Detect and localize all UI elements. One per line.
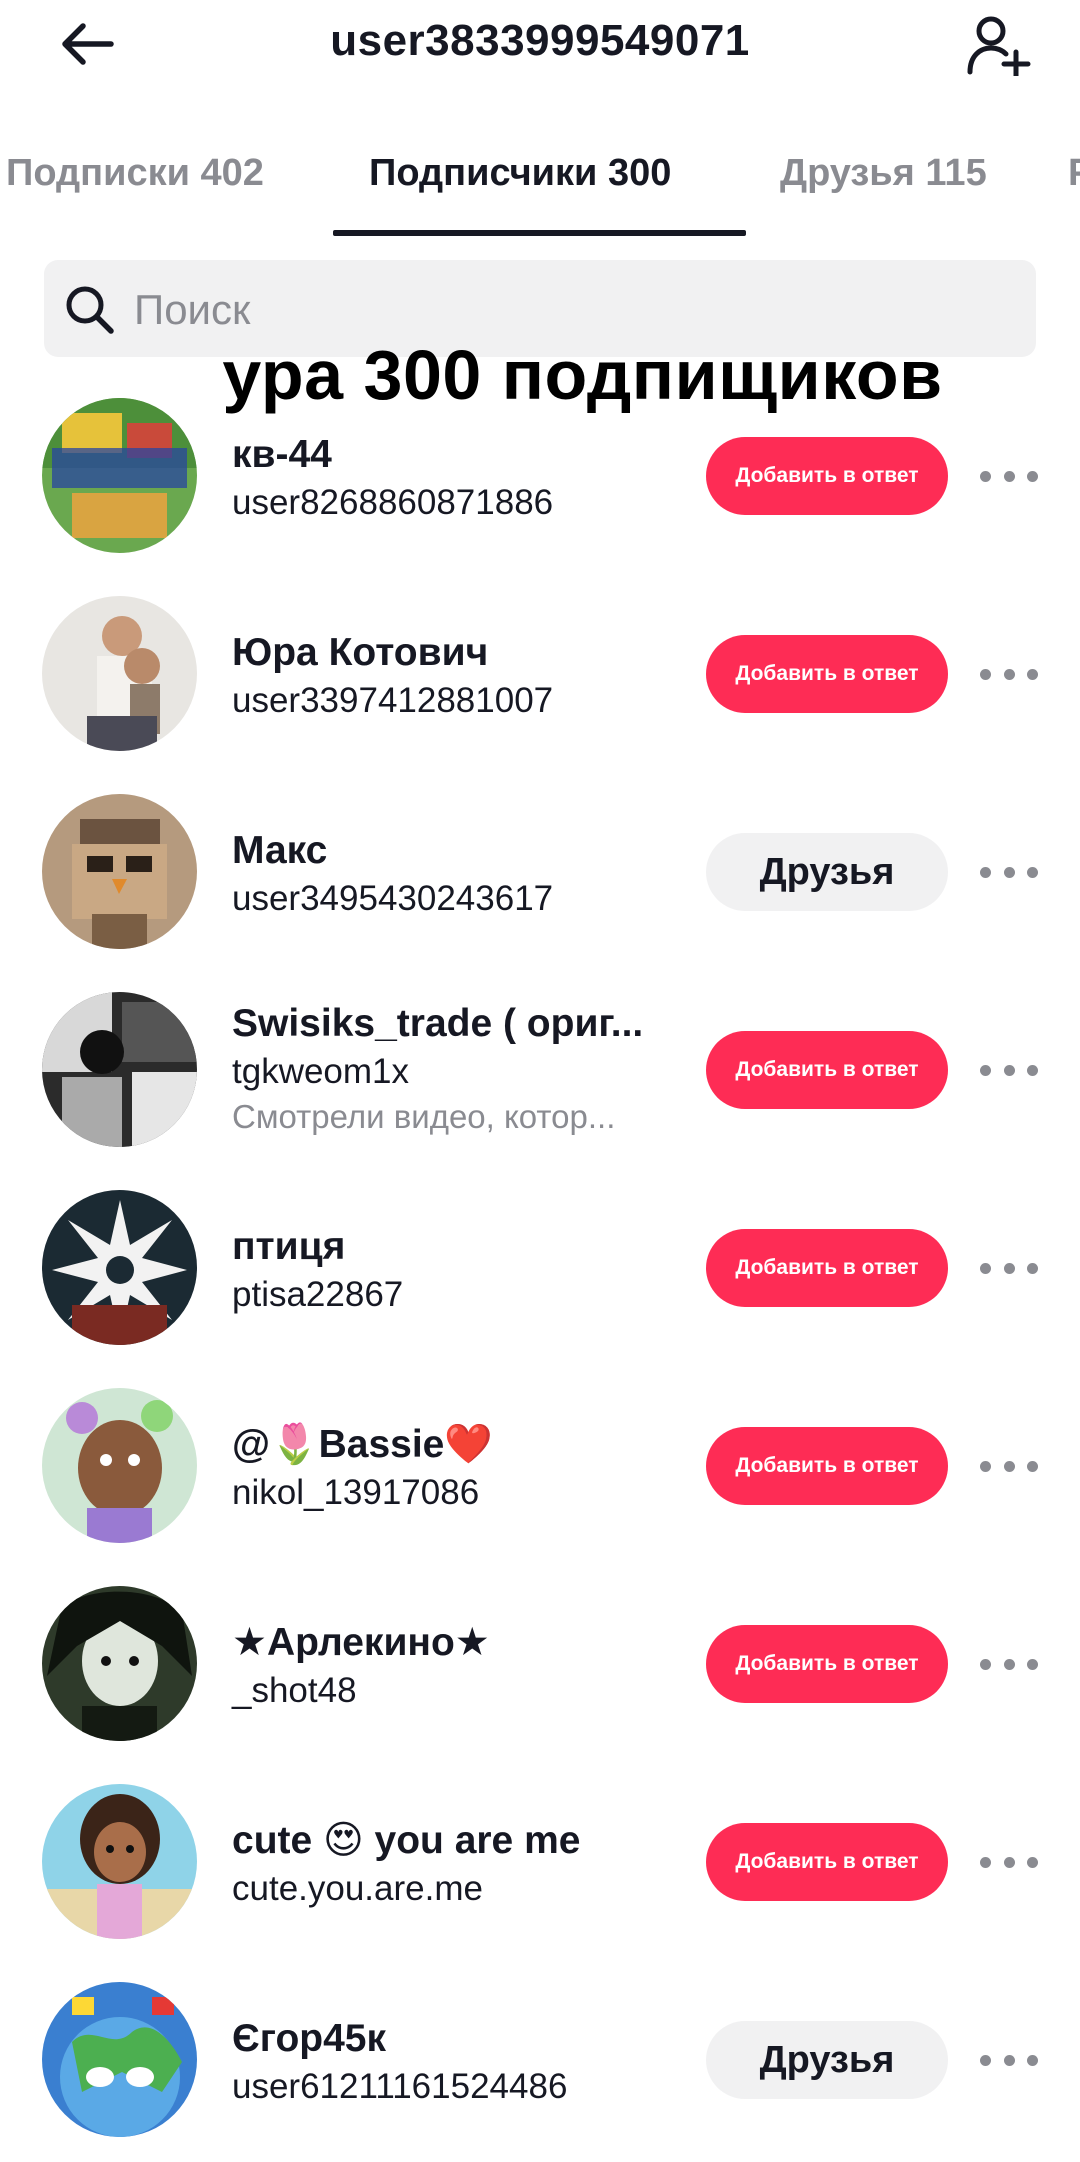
more-options-icon[interactable] [980,1040,1038,1100]
add-friend-button[interactable] [962,8,1036,82]
avatar[interactable] [42,1586,197,1741]
avatar[interactable] [42,398,197,553]
follow-back-button[interactable]: Добавить в ответ [706,1823,948,1901]
list-item[interactable]: Swisiks_trade ( ориг... tgkweom1x Смотре… [0,974,1080,1172]
avatar[interactable] [42,1982,197,2137]
page-title: user3833999549071 [330,16,750,65]
user-subtitle: Смотрели видео, котор... [232,1098,616,1135]
top-bar: user3833999549071 [0,0,1080,90]
more-options-icon[interactable] [980,842,1038,902]
user-handle: ptisa22867 [232,1275,404,1314]
list-item[interactable]: Макс user3495430243617 Друзья [0,776,1080,974]
person-plus-icon [967,16,1031,76]
user-info: птиця ptisa22867 [232,1222,672,1318]
user-name: Swisiks_trade ( ориг... [232,1002,644,1045]
list-item[interactable]: птиця ptisa22867 Добавить в ответ [0,1172,1080,1370]
user-handle: nikol_13917086 [232,1473,480,1512]
user-info: Swisiks_trade ( ориг... tgkweom1x Смотре… [232,999,672,1139]
more-options-icon[interactable] [980,2030,1038,2090]
list-item[interactable]: cute 😍 you are me cute.you.are.me Добави… [0,1766,1080,1964]
list-item[interactable]: ★Арлекино★ _shot48 Добавить в ответ [0,1568,1080,1766]
avatar[interactable] [42,1190,197,1345]
tab-following[interactable]: Подписки 402 [6,152,264,195]
follow-back-button[interactable]: Добавить в ответ [706,635,948,713]
tab-friends[interactable]: Друзья 115 [780,152,987,195]
list-item[interactable]: @🌷Bassie❤️ nikol_13917086 Добавить в отв… [0,1370,1080,1568]
user-name: птиця [232,1225,346,1268]
back-button[interactable] [52,12,122,76]
user-handle: user61211161524486 [232,2067,568,2106]
avatar[interactable] [42,794,197,949]
user-info: Макс user3495430243617 [232,826,672,922]
avatar[interactable] [42,992,197,1147]
more-options-icon[interactable] [980,446,1038,506]
active-tab-indicator [333,230,746,236]
user-info: кв-44 user8268860871886 [232,430,672,526]
user-info: ★Арлекино★ _shot48 [232,1618,672,1714]
user-name: Макс [232,829,328,872]
more-options-icon[interactable] [980,644,1038,704]
friends-button[interactable]: Друзья [706,2021,948,2099]
search-icon [66,286,114,334]
user-name: ★Арлекино★ [232,1621,490,1664]
follow-back-button[interactable]: Добавить в ответ [706,1229,948,1307]
more-options-icon[interactable] [980,1832,1038,1892]
more-options-icon[interactable] [980,1634,1038,1694]
follow-back-button[interactable]: Добавить в ответ [706,1625,948,1703]
user-handle: cute.you.are.me [232,1869,483,1908]
user-handle: user3397412881007 [232,681,554,720]
follow-back-button[interactable]: Добавить в ответ [706,437,948,515]
user-name: Єгор45к [232,2017,387,2060]
list-item[interactable]: Єгор45к user61211161524486 Друзья [0,1964,1080,2162]
user-name: Юра Котович [232,631,489,674]
friends-button[interactable]: Друзья [706,833,948,911]
arrow-left-icon [62,23,114,65]
search-input[interactable] [132,260,1016,359]
tab-more[interactable]: Р [1068,152,1080,195]
follow-back-button[interactable]: Добавить в ответ [706,1427,948,1505]
user-info: Юра Котович user3397412881007 [232,628,672,724]
user-info: Єгор45к user61211161524486 [232,2014,672,2110]
tab-followers[interactable]: Подписчики 300 [369,152,671,195]
user-info: @🌷Bassie❤️ nikol_13917086 [232,1420,672,1516]
user-name: cute 😍 you are me [232,1819,581,1862]
user-handle: tgkweom1x [232,1052,410,1091]
list-item[interactable]: Юра Котович user3397412881007 Добавить в… [0,578,1080,776]
user-info: cute 😍 you are me cute.you.are.me [232,1816,672,1912]
list-item[interactable]: кв-44 user8268860871886 Добавить в ответ [0,380,1080,578]
user-handle: user3495430243617 [232,879,554,918]
more-options-icon[interactable] [980,1238,1038,1298]
user-handle: user8268860871886 [232,483,554,522]
user-name: @🌷Bassie❤️ [232,1423,493,1466]
follow-back-button[interactable]: Добавить в ответ [706,1031,948,1109]
tab-bar: Подписки 402 Подписчики 300 Друзья 115 Р [0,130,1080,240]
avatar[interactable] [42,596,197,751]
avatar[interactable] [42,1784,197,1939]
more-options-icon[interactable] [980,1436,1038,1496]
user-handle: _shot48 [232,1671,357,1710]
user-name: кв-44 [232,433,332,476]
avatar[interactable] [42,1388,197,1543]
search-bar[interactable] [44,260,1036,359]
